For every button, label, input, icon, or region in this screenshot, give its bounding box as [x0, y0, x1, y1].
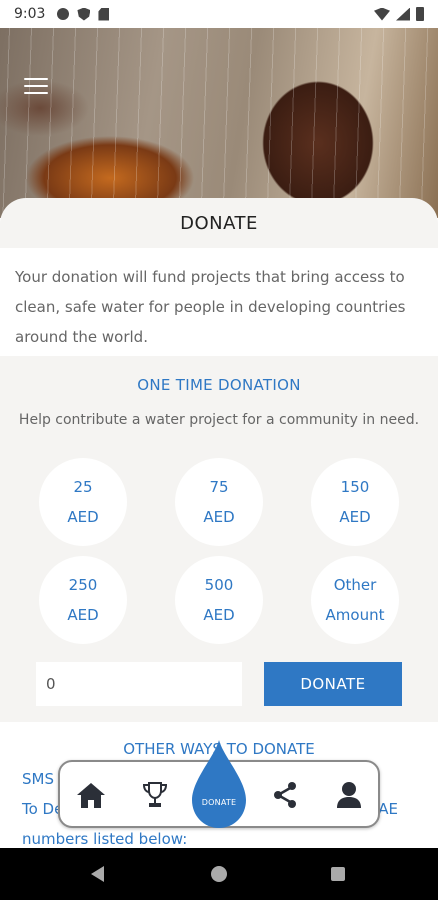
amount-currency: AED: [67, 508, 99, 526]
amount-value: 150: [340, 478, 370, 496]
amount-250-button[interactable]: 250 AED: [39, 556, 127, 644]
one-time-donation-section: ONE TIME DONATION Help contribute a wate…: [0, 356, 438, 722]
status-time: 9:03: [14, 6, 46, 22]
profile-icon[interactable]: [332, 778, 366, 812]
page-title: DONATE: [180, 212, 258, 234]
home-circle-icon[interactable]: [211, 866, 227, 882]
amount-other-button[interactable]: Other Amount: [311, 556, 399, 644]
amount-value: 75: [209, 478, 229, 496]
shield-icon: [77, 7, 91, 21]
share-icon[interactable]: [268, 778, 302, 812]
back-icon[interactable]: [91, 866, 104, 882]
donate-drop-icon[interactable]: DONATE: [190, 740, 248, 830]
sms-numbers-text: numbers listed below:: [22, 830, 188, 848]
amount-currency: AED: [203, 606, 235, 624]
wifi-icon: [374, 7, 390, 21]
donate-button[interactable]: DONATE: [264, 662, 402, 706]
intro-text: Your donation will fund projects that br…: [0, 248, 438, 356]
home-icon[interactable]: [74, 778, 108, 812]
bottom-nav: DONATE: [58, 740, 380, 828]
one-time-heading: ONE TIME DONATION: [137, 376, 301, 394]
amount-currency: AED: [339, 508, 371, 526]
amount-currency: AED: [203, 508, 235, 526]
hero-image: [0, 28, 438, 218]
amount-75-button[interactable]: 75 AED: [175, 458, 263, 546]
recents-icon[interactable]: [331, 867, 345, 881]
status-bar: 9:03: [0, 0, 438, 28]
hamburger-icon[interactable]: [24, 78, 48, 96]
amount-25-button[interactable]: 25 AED: [39, 458, 127, 546]
page-title-card: DONATE: [0, 198, 438, 248]
amount-150-button[interactable]: 150 AED: [311, 458, 399, 546]
amount-value: 500: [204, 576, 234, 594]
amount-500-button[interactable]: 500 AED: [175, 556, 263, 644]
amount-value: 250: [68, 576, 98, 594]
donate-drop-label: DONATE: [201, 798, 237, 807]
gear-icon: [57, 8, 70, 20]
amount-value: Other: [333, 576, 377, 594]
hero-rain-overlay: [0, 28, 438, 218]
one-time-subtitle: Help contribute a water project for a co…: [18, 412, 420, 428]
android-nav-bar: [0, 848, 438, 900]
sms-label: SMS: [22, 770, 54, 788]
amount-currency: AED: [67, 606, 99, 624]
amount-input[interactable]: [36, 662, 242, 706]
amount-value: 25: [73, 478, 93, 496]
sd-card-icon: [98, 7, 110, 21]
sms-instruction-end: AE: [378, 800, 398, 818]
signal-icon: [396, 7, 410, 21]
battery-icon: [416, 7, 424, 21]
amount-currency: Amount: [325, 606, 385, 624]
trophy-icon[interactable]: [138, 778, 172, 812]
